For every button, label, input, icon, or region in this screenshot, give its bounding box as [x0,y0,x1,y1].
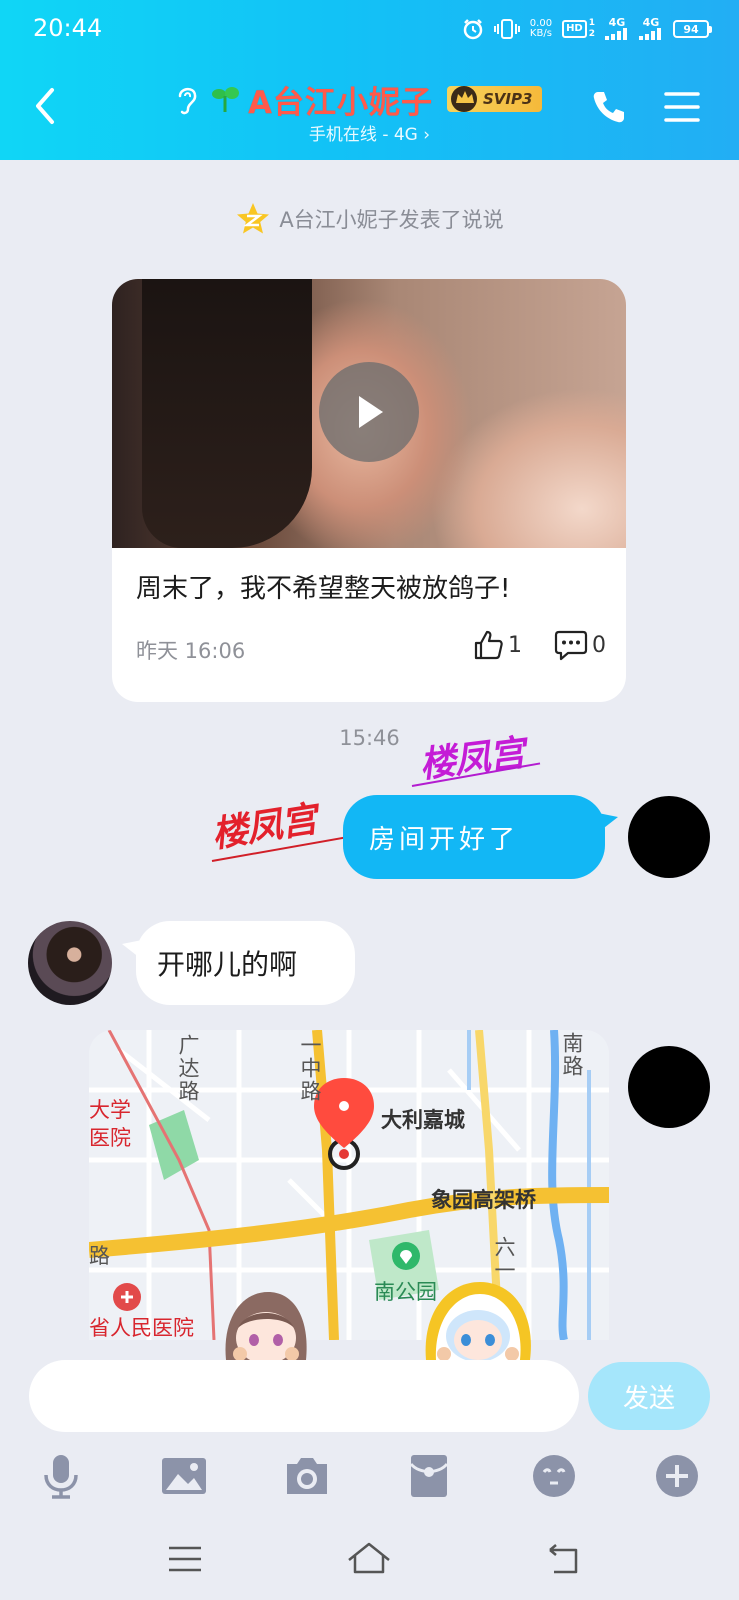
post-video-thumbnail[interactable] [112,279,626,548]
signal-sim2: 4G [639,17,663,42]
svip-label: SVIP3 [483,90,533,108]
sticker-text: 楼凤宫 [417,732,527,787]
message-text: 房间开好了 [369,824,520,855]
map-poi-name: 大利嘉城 [381,1108,465,1132]
microphone-icon[interactable] [37,1452,85,1500]
hd-label: HD [562,20,587,38]
svip-badge: SVIP3 [447,86,543,112]
map-road-label: 象园高架桥 [431,1188,536,1212]
anime-girl-sticker [425,1282,531,1360]
bubble-tail [598,813,618,831]
map-poi-label: 医院 [89,1126,131,1150]
comment-count: 0 [592,632,606,658]
message-input[interactable] [29,1360,579,1432]
battery-icon: 94 [673,20,712,38]
net-speed-unit: KB/s [529,28,552,39]
hamburger-menu-icon [664,92,700,122]
comment-button[interactable]: 0 [554,629,606,661]
like-button[interactable]: 1 [472,629,522,661]
thumbs-up-icon [474,630,503,660]
incoming-message-bubble[interactable]: 开哪儿的啊 [136,921,355,1005]
message-timestamp: 15:46 [339,726,400,750]
recent-apps-icon[interactable] [166,1544,204,1574]
chat-menu-button[interactable] [664,90,700,124]
camera-icon[interactable] [283,1452,331,1500]
network-speed: 0.00 KB/s [530,19,552,39]
send-button[interactable]: 发送 [588,1362,710,1430]
map-road-label: 广达路 [176,1034,200,1103]
ear-icon [178,87,197,115]
image-icon[interactable] [160,1452,208,1500]
red-packet-icon[interactable] [405,1452,453,1500]
anime-girl-sticker [225,1292,307,1360]
contact-name: A台江小妮子 [248,84,433,121]
map-poi-label: 大学 [89,1098,131,1122]
status-icons: 0.00 KB/s HD 1 2 4G 4G 94 [462,16,712,42]
sprout-icon [212,87,239,112]
home-icon[interactable] [345,1540,393,1576]
phone-icon [593,92,624,123]
map-road-label: 一中路 [298,1034,322,1103]
vibrate-icon [493,18,520,40]
self-avatar[interactable] [628,1046,710,1128]
back-nav-icon[interactable] [544,1544,584,1576]
map-poi-label: 省人民医院 [89,1316,194,1340]
thumbnail-shape [142,279,312,548]
svip-crown-icon [451,86,477,112]
chat-header: 20:44 0.00 KB/s HD 1 2 4G 4G 94 A台江小妮子 S… [0,0,739,160]
map-road-label: 路 [89,1244,110,1268]
qzone-post-notice: A台江小妮子发表了说说 [0,202,739,236]
qzone-post-card[interactable]: 周末了，我不希望整天被放鸽子! 昨天 16:06 1 0 [112,279,626,702]
sim-index-bottom: 2 [588,29,595,39]
qzone-star-icon [237,203,270,234]
outgoing-message-bubble[interactable]: 房间开好了 [343,795,605,879]
system-notice-text: A台江小妮子发表了说说 [279,208,504,232]
post-text: 周末了，我不希望整天被放鸽子! [136,574,511,604]
status-bar: 20:44 0.00 KB/s HD 1 2 4G 4G 94 [0,0,739,56]
signal-sim1: 4G [605,17,629,42]
alarm-icon [462,18,484,40]
self-avatar[interactable] [628,796,710,878]
like-count: 1 [508,632,522,658]
map-road-label: 南路 [560,1032,584,1078]
plus-icon[interactable] [653,1452,701,1500]
voice-call-button[interactable] [590,88,628,126]
post-time: 昨天 16:06 [136,639,246,663]
chat-title[interactable]: A台江小妮子 SVIP3 [172,76,543,122]
status-time: 20:44 [33,14,103,42]
online-status[interactable]: 手机在线 - 4G › [0,120,739,145]
emoji-icon[interactable] [530,1452,578,1500]
system-nav-bar [0,1522,739,1600]
message-text: 开哪儿的啊 [157,948,298,981]
contact-avatar[interactable] [28,921,112,1005]
play-icon [359,396,383,428]
sim-index-top: 1 [588,18,595,28]
sticker-text: 楼凤宫 [208,798,320,856]
play-video-button[interactable] [319,362,419,462]
comment-icon [554,630,588,661]
sim-index: 1 2 [589,18,595,40]
hd-volte-icon: HD 1 2 [562,18,595,40]
